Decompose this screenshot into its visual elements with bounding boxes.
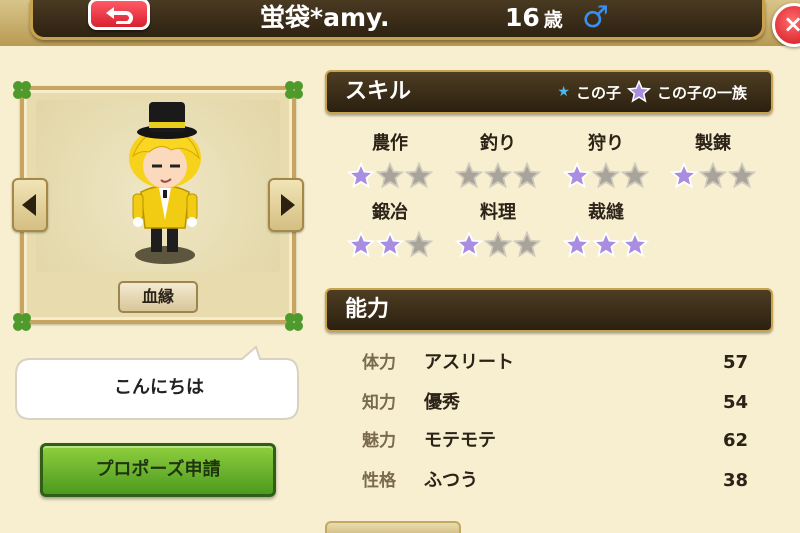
back-arrow-icon [106, 7, 133, 24]
lineage-button[interactable]: 血縁 [118, 281, 198, 313]
family-star-icon [670, 162, 698, 189]
ability-value: 57 [722, 352, 748, 373]
empty-star-icon [699, 162, 727, 189]
bottom-tab[interactable] [325, 521, 461, 533]
ability-label: 性格 [362, 471, 396, 491]
age-unit: 歳 [543, 9, 563, 31]
family-star-icon [563, 231, 591, 258]
skill-label: 釣り [480, 133, 516, 154]
skill-item: 狩り [556, 132, 656, 190]
propose-button[interactable]: プロポーズ申請 [40, 443, 276, 497]
greeting-text: こんにちは [114, 377, 204, 398]
abilities-header: 能力 [325, 288, 773, 332]
skills-title: スキル [345, 79, 412, 104]
character-avatar [129, 102, 201, 264]
family-star-icon [347, 231, 375, 258]
age-number: 16 [505, 3, 540, 32]
skill-stars [448, 231, 548, 259]
skill-stars [340, 162, 440, 190]
skill-label: 製錬 [695, 133, 731, 154]
arrow-right-icon [280, 194, 295, 216]
skill-stars [556, 231, 656, 259]
ability-value: 54 [722, 392, 748, 413]
empty-star-icon [484, 162, 512, 189]
ability-rank: アスリート [424, 352, 514, 373]
empty-star-icon [376, 162, 404, 189]
ability-label: 知力 [362, 393, 396, 413]
ability-label: 体力 [362, 353, 396, 373]
ability-row-personality: 性格 ふつう 38 [362, 467, 752, 495]
male-gender-icon: ♂ [582, 0, 609, 35]
skill-label: 狩り [588, 133, 624, 154]
empty-star-icon [513, 162, 541, 189]
empty-star-icon [621, 162, 649, 189]
next-character-button[interactable] [268, 178, 304, 232]
skill-item: 鍛冶 [340, 201, 440, 259]
empty-star-icon [484, 231, 512, 258]
family-star-icon [376, 231, 404, 258]
clover-icon [13, 81, 31, 99]
child-star-icon: ★ [557, 84, 570, 100]
legend-child-label: この子 [575, 83, 621, 102]
skill-stars [663, 162, 763, 190]
skill-item: 製錬 [663, 132, 763, 190]
empty-star-icon [455, 162, 483, 189]
skills-header: スキル ★ この子 この子の一族 [325, 70, 773, 114]
skill-item: 釣り [448, 132, 548, 190]
pet-name: 蛍袋*amy. [260, 3, 390, 32]
skill-item: 料理 [448, 201, 548, 259]
skills-legend: ★ この子 この子の一族 [557, 72, 747, 112]
clover-icon [285, 313, 303, 331]
skill-label: 料理 [480, 202, 516, 223]
skill-label: 農作 [372, 133, 408, 154]
skill-stars [340, 231, 440, 259]
family-star-icon [347, 162, 375, 189]
skill-item: 農作 [340, 132, 440, 190]
family-star-icon [621, 231, 649, 258]
skill-label: 鍛冶 [372, 202, 408, 223]
empty-star-icon [728, 162, 756, 189]
skill-stars [556, 162, 656, 190]
pet-age: 16 歳 [505, 2, 563, 34]
ability-row-stamina: 体力 アスリート 57 [362, 349, 752, 377]
ability-label: 魅力 [362, 431, 396, 451]
skill-item: 裁縫 [556, 201, 656, 259]
ability-rank: ふつう [424, 470, 478, 491]
ability-rank: モテモテ [424, 430, 496, 451]
previous-character-button[interactable] [12, 178, 48, 232]
clover-icon [13, 313, 31, 331]
family-star-icon [626, 80, 651, 104]
skill-stars [448, 162, 548, 190]
empty-star-icon [592, 162, 620, 189]
legend-family-label: この子の一族 [656, 83, 747, 102]
arrow-left-icon [21, 194, 36, 216]
clover-icon [285, 81, 303, 99]
ability-value: 38 [722, 470, 748, 491]
empty-star-icon [405, 162, 433, 189]
abilities-title: 能力 [345, 297, 390, 322]
empty-star-icon [405, 231, 433, 258]
back-button[interactable] [88, 0, 150, 30]
family-star-icon [455, 231, 483, 258]
family-star-icon [563, 162, 591, 189]
ability-row-charm: 魅力 モテモテ 62 [362, 427, 752, 455]
empty-star-icon [513, 231, 541, 258]
skill-label: 裁縫 [588, 202, 624, 223]
family-star-icon [592, 231, 620, 258]
ability-value: 62 [722, 430, 748, 451]
ability-rank: 優秀 [424, 392, 460, 413]
ability-row-intellect: 知力 優秀 54 [362, 389, 752, 417]
